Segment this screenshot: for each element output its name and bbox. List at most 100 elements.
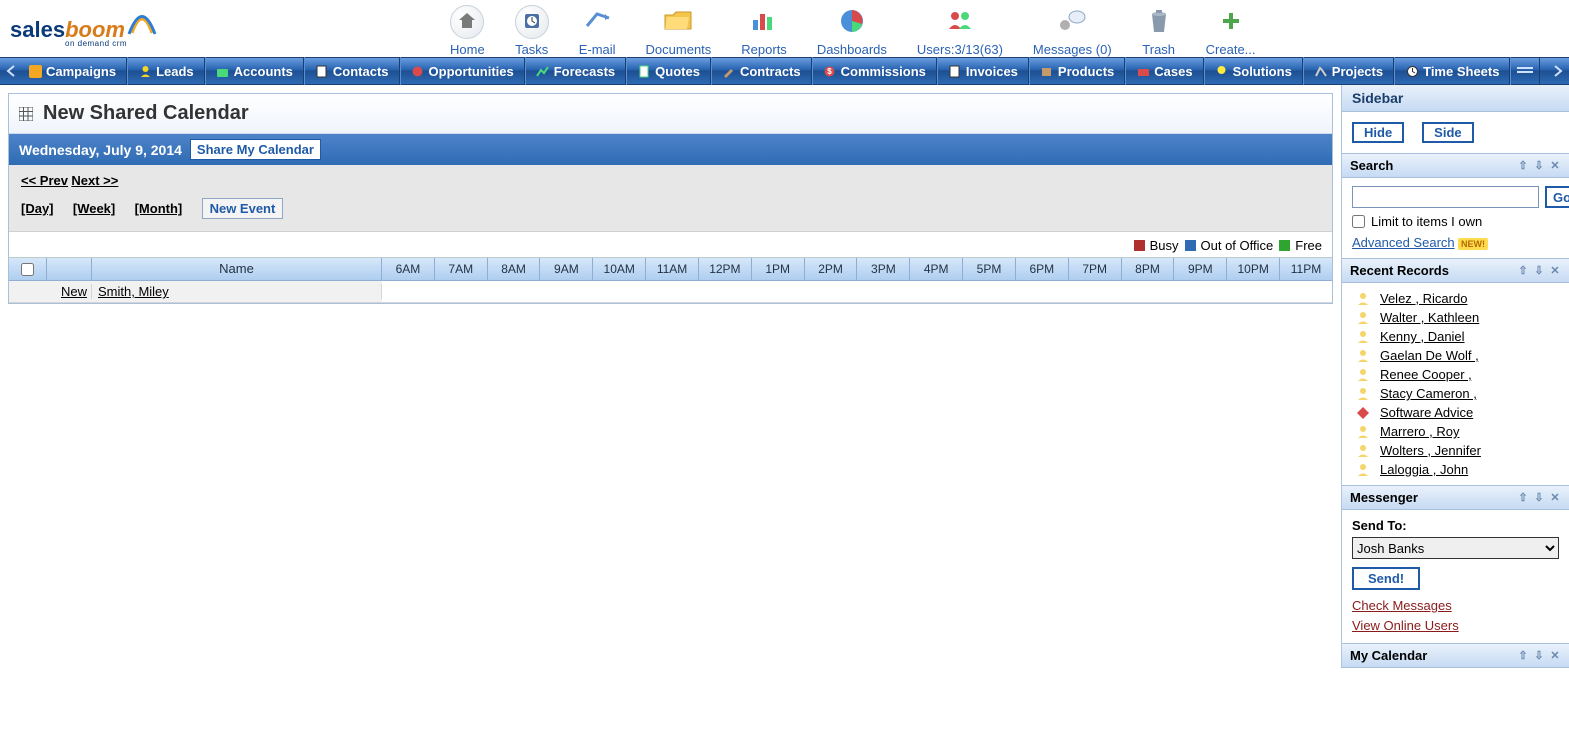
view-day[interactable]: [Day] bbox=[21, 201, 54, 216]
move-up-icon[interactable]: ⇧ bbox=[1517, 492, 1529, 504]
close-icon[interactable]: ✕ bbox=[1549, 265, 1561, 277]
send-to-select[interactable]: Josh Banks bbox=[1352, 537, 1559, 559]
share-calendar-button[interactable]: Share My Calendar bbox=[190, 139, 321, 160]
topnav-home[interactable]: Home bbox=[450, 5, 485, 57]
prev-link[interactable]: << Prev bbox=[21, 173, 68, 188]
recent-record-link[interactable]: Stacy Cameron , bbox=[1380, 386, 1477, 401]
next-link[interactable]: Next >> bbox=[71, 173, 118, 188]
move-down-icon[interactable]: ⇩ bbox=[1533, 265, 1545, 277]
header: salesboom on demand crm Home Tasks E-mai… bbox=[0, 0, 1569, 57]
recent-record-link[interactable]: Marrero , Roy bbox=[1380, 424, 1459, 439]
search-input[interactable] bbox=[1352, 186, 1539, 208]
nav-cases[interactable]: Cases bbox=[1125, 57, 1203, 85]
hour-header-cell: 7AM bbox=[435, 258, 488, 280]
close-icon[interactable]: ✕ bbox=[1549, 650, 1561, 662]
topnav-reports[interactable]: Reports bbox=[741, 5, 787, 57]
send-button[interactable]: Send! bbox=[1352, 567, 1420, 590]
nav-quotes[interactable]: Quotes bbox=[626, 57, 711, 85]
send-to-label: Send To: bbox=[1352, 518, 1407, 533]
page-title: New Shared Calendar bbox=[43, 102, 249, 125]
move-down-icon[interactable]: ⇩ bbox=[1533, 492, 1545, 504]
person-icon bbox=[1356, 387, 1370, 401]
nav-solutions[interactable]: Solutions bbox=[1204, 57, 1303, 85]
leads-icon bbox=[138, 64, 152, 78]
close-icon[interactable]: ✕ bbox=[1549, 160, 1561, 172]
check-messages-link[interactable]: Check Messages bbox=[1352, 596, 1559, 616]
person-link[interactable]: Smith, Miley bbox=[98, 284, 169, 299]
person-icon bbox=[1356, 406, 1370, 420]
recent-record-link[interactable]: Gaelan De Wolf , bbox=[1380, 348, 1479, 363]
row-hours[interactable] bbox=[382, 281, 1332, 302]
person-icon bbox=[1356, 311, 1370, 325]
go-button[interactable]: Go bbox=[1545, 186, 1569, 208]
projects-icon bbox=[1314, 64, 1328, 78]
timesheets-icon bbox=[1405, 64, 1419, 78]
new-event-button[interactable]: New Event bbox=[202, 198, 284, 219]
topnav-users[interactable]: Users:3/13(63) bbox=[917, 5, 1003, 57]
nav-scroll-right[interactable] bbox=[1551, 61, 1565, 81]
recent-record-item: Software Advice bbox=[1346, 403, 1565, 422]
panel-title-row: New Shared Calendar bbox=[9, 94, 1332, 134]
main-content: New Shared Calendar Wednesday, July 9, 2… bbox=[0, 85, 1341, 668]
recent-record-link[interactable]: Velez , Ricardo bbox=[1380, 291, 1467, 306]
clock-icon bbox=[522, 11, 542, 34]
nav-projects[interactable]: Projects bbox=[1303, 57, 1394, 85]
topnav-email[interactable]: E-mail bbox=[579, 5, 616, 57]
close-icon[interactable]: ✕ bbox=[1549, 492, 1561, 504]
move-up-icon[interactable]: ⇧ bbox=[1517, 265, 1529, 277]
recent-record-link[interactable]: Renee Cooper , bbox=[1380, 367, 1472, 382]
nav-opportunities[interactable]: Opportunities bbox=[400, 57, 525, 85]
nav-more[interactable] bbox=[1510, 57, 1540, 85]
recent-section-header: Recent Records ⇧⇩✕ bbox=[1342, 258, 1569, 283]
nav-contacts[interactable]: Contacts bbox=[304, 57, 400, 85]
nav-scroll-left[interactable] bbox=[4, 61, 18, 81]
topnav-tasks[interactable]: Tasks bbox=[515, 5, 549, 57]
busy-swatch bbox=[1134, 240, 1145, 251]
hour-header-cell: 9AM bbox=[540, 258, 593, 280]
person-icon bbox=[1356, 425, 1370, 439]
nav-commissions[interactable]: $Commissions bbox=[812, 57, 937, 85]
main-navbar: Campaigns Leads Accounts Contacts Opport… bbox=[0, 57, 1569, 85]
advanced-search-link[interactable]: Advanced Search bbox=[1352, 235, 1455, 250]
legend: Busy Out of Office Free bbox=[9, 232, 1332, 257]
sidebar: Sidebar Hide Side Search ⇧⇩✕ Go Limit to… bbox=[1341, 85, 1569, 668]
logo[interactable]: salesboom on demand crm bbox=[10, 5, 190, 48]
nav-invoices[interactable]: Invoices bbox=[937, 57, 1029, 85]
move-down-icon[interactable]: ⇩ bbox=[1533, 650, 1545, 662]
view-month[interactable]: [Month] bbox=[135, 201, 183, 216]
side-button[interactable]: Side bbox=[1422, 122, 1473, 143]
recent-record-item: Marrero , Roy bbox=[1346, 422, 1565, 441]
nav-contracts[interactable]: Contracts bbox=[711, 57, 812, 85]
recent-record-link[interactable]: Kenny , Daniel bbox=[1380, 329, 1465, 344]
recent-record-item: Gaelan De Wolf , bbox=[1346, 346, 1565, 365]
move-up-icon[interactable]: ⇧ bbox=[1517, 160, 1529, 172]
move-up-icon[interactable]: ⇧ bbox=[1517, 650, 1529, 662]
row-name-cell: Smith, Miley bbox=[92, 284, 382, 299]
hour-header-cell: 8AM bbox=[488, 258, 541, 280]
nav-accounts[interactable]: Accounts bbox=[205, 57, 304, 85]
hour-header-cell: 12PM bbox=[699, 258, 752, 280]
topnav-dashboards[interactable]: Dashboards bbox=[817, 5, 887, 57]
nav-leads[interactable]: Leads bbox=[127, 57, 205, 85]
view-online-users-link[interactable]: View Online Users bbox=[1352, 616, 1559, 636]
new-row-link[interactable]: New bbox=[61, 284, 87, 299]
recent-record-link[interactable]: Laloggia , John bbox=[1380, 462, 1468, 477]
topnav-create[interactable]: Create... bbox=[1206, 5, 1256, 57]
limit-checkbox[interactable] bbox=[1352, 215, 1365, 228]
topnav-trash[interactable]: Trash bbox=[1142, 5, 1176, 57]
nav-products[interactable]: Products bbox=[1029, 57, 1125, 85]
plus-icon bbox=[1221, 11, 1241, 34]
calendar-row: New Smith, Miley bbox=[9, 281, 1332, 303]
hide-button[interactable]: Hide bbox=[1352, 122, 1404, 143]
topnav-documents[interactable]: Documents bbox=[646, 5, 712, 57]
move-down-icon[interactable]: ⇩ bbox=[1533, 160, 1545, 172]
nav-timesheets[interactable]: Time Sheets bbox=[1394, 57, 1510, 85]
select-all-checkbox[interactable] bbox=[21, 263, 34, 276]
recent-record-link[interactable]: Walter , Kathleen bbox=[1380, 310, 1479, 325]
topnav-messages[interactable]: Messages (0) bbox=[1033, 5, 1112, 57]
nav-forecasts[interactable]: Forecasts bbox=[525, 57, 626, 85]
nav-campaigns[interactable]: Campaigns bbox=[18, 57, 127, 85]
recent-record-link[interactable]: Software Advice bbox=[1380, 405, 1473, 420]
view-week[interactable]: [Week] bbox=[73, 201, 115, 216]
recent-record-link[interactable]: Wolters , Jennifer bbox=[1380, 443, 1481, 458]
